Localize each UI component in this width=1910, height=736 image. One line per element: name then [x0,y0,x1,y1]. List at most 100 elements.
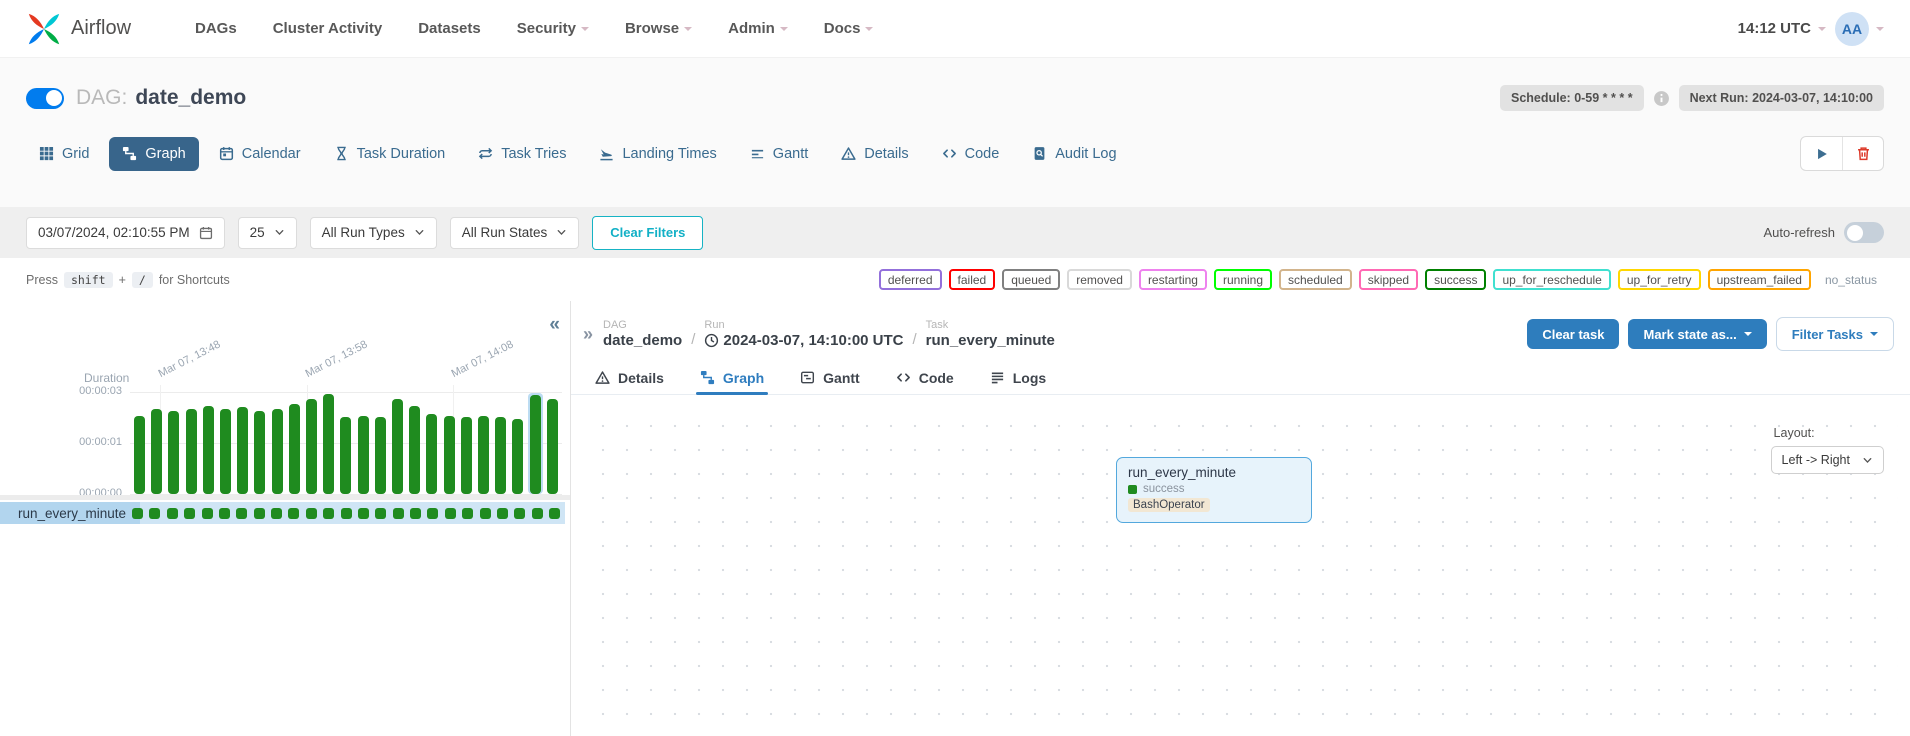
task-instance-square[interactable] [236,508,247,519]
legend-badge-restarting[interactable]: restarting [1139,269,1207,290]
task-instance-square[interactable] [167,508,178,519]
duration-bar[interactable] [287,404,302,494]
task-instance-square[interactable] [532,508,543,519]
legend-badge-removed[interactable]: removed [1067,269,1132,290]
run-states-select[interactable]: All Run States [450,217,580,249]
task-instance-square[interactable] [184,508,195,519]
duration-bar[interactable] [545,399,560,494]
task-instance-square[interactable] [132,508,143,519]
task-instance-square[interactable] [462,508,473,519]
legend-badge-deferred[interactable]: deferred [879,269,942,290]
task-instance-square[interactable] [497,508,508,519]
utc-clock[interactable]: 14:12 UTC [1738,20,1826,37]
task-instance-square[interactable] [254,508,265,519]
duration-bar[interactable] [476,416,491,494]
detail-tab-details[interactable]: Details [595,361,664,394]
legend-badge-failed[interactable]: failed [949,269,996,290]
info-icon[interactable] [1653,90,1670,107]
duration-bar[interactable] [149,409,164,494]
duration-bar[interactable] [510,419,525,494]
task-instance-square[interactable] [306,508,317,519]
duration-bar[interactable] [166,411,181,494]
collapse-panel-icon[interactable]: « [549,315,560,334]
task-instance-square[interactable] [323,508,334,519]
task-instance-square[interactable] [480,508,491,519]
breadcrumb-dag[interactable]: date_demo [603,332,682,349]
duration-bar[interactable] [235,407,250,494]
duration-bar[interactable] [270,409,285,494]
detail-tab-code[interactable]: Code [896,361,954,394]
nav-item-docs[interactable]: Docs [824,20,874,37]
tab-task-duration[interactable]: Task Duration [321,137,459,171]
duration-bar[interactable] [407,406,422,494]
task-instance-square[interactable] [410,508,421,519]
duration-bar[interactable] [132,416,147,494]
clear-filters-button[interactable]: Clear Filters [592,216,703,250]
duration-bar[interactable] [184,409,199,494]
legend-badge-upstream-failed[interactable]: upstream_failed [1708,269,1811,290]
detail-tab-logs[interactable]: Logs [990,361,1046,394]
detail-tab-gantt[interactable]: Gantt [800,361,860,394]
task-instance-square[interactable] [149,508,160,519]
selected-run-bar[interactable] [528,393,543,494]
duration-bar[interactable] [218,409,233,494]
airflow-brand[interactable]: Airflow [26,11,131,47]
task-instance-square[interactable] [445,508,456,519]
tab-details[interactable]: Details [828,137,921,171]
task-instance-square[interactable] [427,508,438,519]
tab-task-tries[interactable]: Task Tries [465,137,579,171]
base-date-input[interactable]: 03/07/2024, 02:10:55 PM [26,217,225,249]
legend-badge-scheduled[interactable]: scheduled [1279,269,1352,290]
nav-item-admin[interactable]: Admin [728,20,788,37]
duration-bar[interactable] [338,417,353,494]
legend-badge-up-for-reschedule[interactable]: up_for_reschedule [1493,269,1610,290]
nav-item-dags[interactable]: DAGs [195,20,237,37]
duration-bar[interactable] [373,417,388,494]
task-instance-square[interactable] [393,508,404,519]
tab-audit-log[interactable]: Audit Log [1019,137,1129,171]
expand-panel-icon[interactable]: » [583,317,593,343]
nav-item-cluster-activity[interactable]: Cluster Activity [273,20,382,37]
mark-state-button[interactable]: Mark state as... [1628,319,1766,349]
layout-select[interactable]: Left -> Right [1771,446,1884,474]
task-instance-square[interactable] [358,508,369,519]
legend-badge-skipped[interactable]: skipped [1359,269,1418,290]
duration-bar[interactable] [252,411,267,494]
tab-code[interactable]: Code [929,137,1013,171]
duration-bar[interactable] [390,399,405,494]
legend-badge-success[interactable]: success [1425,269,1486,290]
task-row-label[interactable]: run_every_minute [0,502,140,524]
dag-pause-toggle[interactable] [26,88,64,109]
nav-item-browse[interactable]: Browse [625,20,692,37]
tab-calendar[interactable]: Calendar [206,137,314,171]
nav-item-datasets[interactable]: Datasets [418,20,481,37]
legend-badge-running[interactable]: running [1214,269,1272,290]
task-instance-square[interactable] [549,508,560,519]
run-types-select[interactable]: All Run Types [310,217,437,249]
num-runs-select[interactable]: 25 [238,217,297,249]
task-instance-square[interactable] [271,508,282,519]
tab-gantt[interactable]: Gantt [737,137,821,171]
duration-bar[interactable] [459,417,474,494]
duration-bar[interactable] [442,416,457,494]
task-instance-square[interactable] [219,508,230,519]
duration-bar[interactable] [493,417,508,494]
task-node-run-every-minute[interactable]: run_every_minute success BashOperator [1116,457,1312,523]
legend-badge-queued[interactable]: queued [1002,269,1060,290]
task-instance-square[interactable] [514,508,525,519]
task-instance-square[interactable] [375,508,386,519]
breadcrumb-task[interactable]: run_every_minute [926,332,1055,349]
legend-badge-up-for-retry[interactable]: up_for_retry [1618,269,1701,290]
user-menu[interactable]: AA [1835,12,1884,46]
task-instance-square[interactable] [341,508,352,519]
tab-graph[interactable]: Graph [109,137,198,171]
duration-bar[interactable] [424,414,439,494]
graph-canvas[interactable]: run_every_minute success BashOperator La… [581,404,1898,736]
detail-tab-graph[interactable]: Graph [700,361,764,394]
task-instance-square[interactable] [288,508,299,519]
auto-refresh-toggle[interactable] [1844,222,1884,243]
duration-bar[interactable] [304,399,319,494]
duration-bar[interactable] [321,394,336,494]
tab-grid[interactable]: Grid [26,137,102,171]
duration-bar[interactable] [201,406,216,494]
